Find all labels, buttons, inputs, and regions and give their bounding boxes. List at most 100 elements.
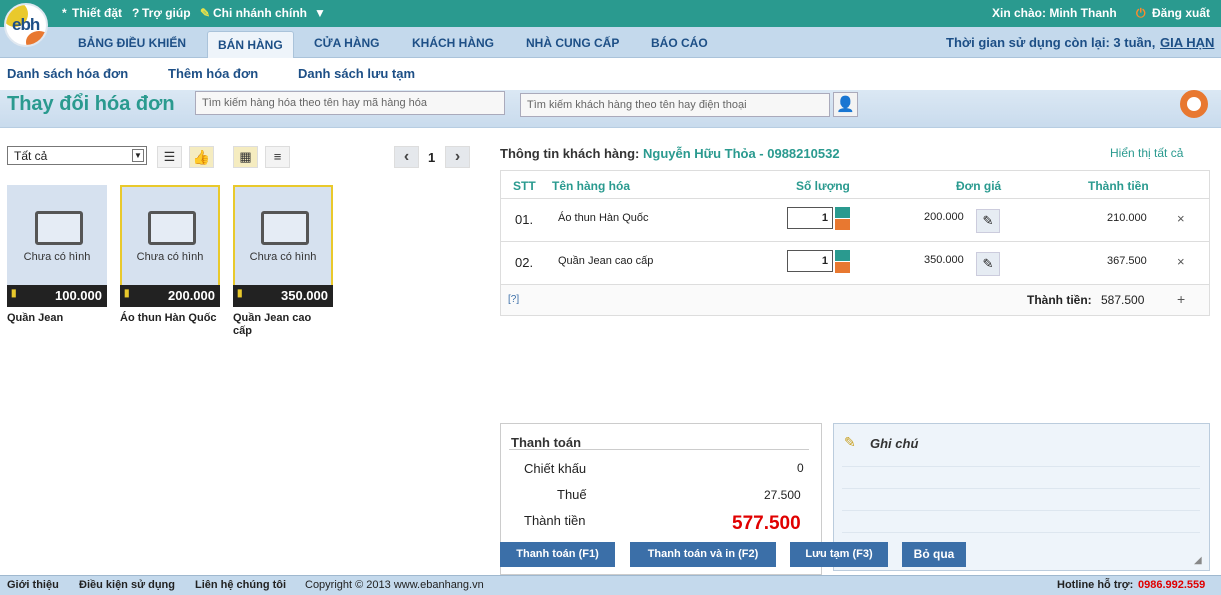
sub-nav: Danh sách hóa đơn Thêm hóa đơn Danh sách… — [0, 58, 1221, 90]
list-icon: ≡ — [273, 149, 282, 164]
subtotal-label: Thành tiền: — [1027, 293, 1092, 307]
branch-selector[interactable]: Chi nhánh chính — [213, 6, 307, 20]
thumbs-up-icon: ▮ — [237, 288, 243, 299]
logout-link[interactable]: Đăng xuất — [1152, 6, 1210, 20]
col-header-qty: Số lượng — [796, 179, 850, 193]
pay-print-button[interactable]: Thanh toán và in (F2) — [630, 542, 776, 567]
main-nav: BẢNG ĐIỀU KHIỂN BÁN HÀNG CỬA HÀNG KHÁCH … — [0, 27, 1221, 58]
decrease-qty-button[interactable] — [835, 262, 850, 273]
tab-customers[interactable]: KHÁCH HÀNG — [412, 36, 494, 50]
show-all-link[interactable]: Hiển thị tất cả — [1110, 146, 1183, 160]
saved-list-link[interactable]: Danh sách lưu tạm — [298, 66, 415, 81]
next-page-button[interactable]: › — [445, 146, 470, 168]
product-card[interactable]: Chưa có hình ▮ 100.000 — [7, 185, 107, 307]
row-total: 367.500 — [1107, 255, 1147, 267]
page-title: Thay đổi hóa đơn — [7, 93, 175, 115]
support-icon[interactable] — [1180, 90, 1208, 118]
product-price: 350.000 — [281, 288, 328, 303]
resize-handle-icon[interactable]: ◢ — [1194, 555, 1202, 566]
page-number: 1 — [428, 150, 436, 165]
prev-page-button[interactable]: ‹ — [394, 146, 419, 168]
top-bar: ebh * Thiết đặt ? Trợ giúp ✎ Chi nhánh c… — [0, 0, 1221, 47]
tab-store[interactable]: CỬA HÀNG — [314, 36, 380, 50]
thumbs-up-icon: ▮ — [124, 288, 130, 299]
table-footer-row: [?] Thành tiền: 587.500 + — [501, 284, 1209, 315]
quantity-input[interactable]: 1 — [787, 250, 833, 272]
subtotal-value: 587.500 — [1101, 293, 1145, 307]
product-card[interactable]: Chưa có hình ▮ 200.000 — [120, 185, 220, 307]
save-temp-button[interactable]: Lưu tạm (F3) — [790, 542, 888, 567]
no-image-text: Chưa có hình — [136, 251, 204, 263]
invoice-list-link[interactable]: Danh sách hóa đơn — [7, 66, 128, 81]
logo[interactable]: ebh — [4, 3, 48, 47]
payment-title: Thanh toán — [511, 435, 582, 450]
settings-link[interactable]: Thiết đặt — [72, 6, 122, 20]
discount-value[interactable]: 0 — [797, 461, 804, 475]
usage-time: Thời gian sử dụng còn lại: 3 tuần, — [946, 35, 1156, 50]
favorite-button[interactable]: 👍 — [189, 146, 214, 168]
document-icon: ☰ — [163, 149, 176, 164]
tab-dashboard[interactable]: BẢNG ĐIỀU KHIỂN — [78, 36, 186, 50]
help-link[interactable]: Trợ giúp — [142, 6, 191, 20]
footer-link-terms[interactable]: Điều kiện sử dụng — [79, 579, 175, 591]
customer-value[interactable]: Nguyễn Hữu Thỏa - 0988210532 — [643, 146, 840, 161]
product-name: Quần Jean — [7, 312, 64, 324]
product-card[interactable]: Chưa có hình ▮ 350.000 — [233, 185, 333, 307]
table-row: 02. Quần Jean cao cấp 1 350.000 ✎ 367.50… — [501, 241, 1209, 284]
invoice-table: STT Tên hàng hóa Số lượng Đơn giá Thành … — [500, 170, 1210, 316]
discount-label: Chiết khấu — [524, 461, 587, 476]
help-link[interactable]: [?] — [508, 294, 519, 305]
chevron-down-icon[interactable]: ▼ — [314, 6, 326, 20]
image-placeholder-icon — [148, 211, 196, 245]
customer-search-input[interactable]: Tìm kiếm khách hàng theo tên hay điện th… — [520, 93, 830, 117]
remove-row-icon[interactable]: × — [1177, 211, 1185, 226]
add-invoice-link[interactable]: Thêm hóa đơn — [168, 66, 258, 81]
footer-link-contact[interactable]: Liên hệ chúng tôi — [195, 579, 286, 591]
tab-sales[interactable]: BÁN HÀNG — [207, 31, 294, 58]
category-select[interactable]: Tất cả ▼ — [7, 146, 147, 165]
edit-price-button[interactable]: ✎ — [976, 252, 1000, 276]
add-row-icon[interactable]: + — [1177, 291, 1185, 307]
image-placeholder-icon — [261, 211, 309, 245]
detail-view-button[interactable]: ≡ — [265, 146, 290, 168]
grid-view-button[interactable]: ▦ — [233, 146, 258, 168]
footer-link-about[interactable]: Giới thiệu — [7, 579, 59, 591]
gear-icon: * — [62, 6, 67, 20]
notes-panel[interactable]: ✎ Ghi chú ◢ — [833, 423, 1210, 571]
logo-text: ebh — [12, 15, 40, 34]
greeting: Xin chào: Minh Thanh — [992, 6, 1117, 20]
product-search-input[interactable]: Tìm kiếm hàng hóa theo tên hay mã hàng h… — [195, 91, 505, 115]
increase-qty-button[interactable] — [835, 207, 850, 218]
tab-suppliers[interactable]: NHÀ CUNG CẤP — [526, 36, 619, 50]
remove-row-icon[interactable]: × — [1177, 254, 1185, 269]
decrease-qty-button[interactable] — [835, 219, 850, 230]
pencil-icon: ✎ — [982, 213, 994, 228]
list-view-button[interactable]: ☰ — [157, 146, 182, 168]
notes-title: Ghi chú — [870, 436, 919, 451]
renew-link[interactable]: GIA HẠN — [1160, 35, 1214, 50]
price-bar: ▮ 200.000 — [120, 285, 220, 307]
row-stt: 01. — [515, 212, 534, 227]
skip-button[interactable]: Bỏ qua — [902, 542, 966, 567]
price-bar: ▮ 100.000 — [7, 285, 107, 307]
add-customer-button[interactable]: 👤 — [833, 92, 858, 117]
tab-reports[interactable]: BÁO CÁO — [651, 36, 708, 50]
pay-button[interactable]: Thanh toán (F1) — [500, 542, 615, 567]
category-select-value: Tất cả — [14, 149, 48, 163]
table-row: 01. Áo thun Hàn Quốc 1 200.000 ✎ 210.000… — [501, 198, 1209, 241]
chevron-right-icon: › — [454, 148, 461, 165]
grid-icon: ▦ — [239, 149, 252, 164]
hotline-number: 0986.992.559 — [1138, 579, 1206, 591]
product-name: Quần Jean cao cấp — [233, 312, 312, 337]
row-name: Quần Jean cao cấp — [558, 255, 654, 267]
pin-icon: ✎ — [200, 6, 211, 20]
price-bar: ▮ 350.000 — [233, 285, 333, 307]
help-icon: ? — [132, 6, 140, 20]
product-price: 200.000 — [168, 288, 215, 303]
edit-price-button[interactable]: ✎ — [976, 209, 1000, 233]
row-total: 210.000 — [1107, 212, 1147, 224]
add-user-icon: 👤 — [836, 96, 855, 113]
col-header-price: Đơn giá — [956, 179, 1002, 193]
quantity-input[interactable]: 1 — [787, 207, 833, 229]
increase-qty-button[interactable] — [835, 250, 850, 261]
